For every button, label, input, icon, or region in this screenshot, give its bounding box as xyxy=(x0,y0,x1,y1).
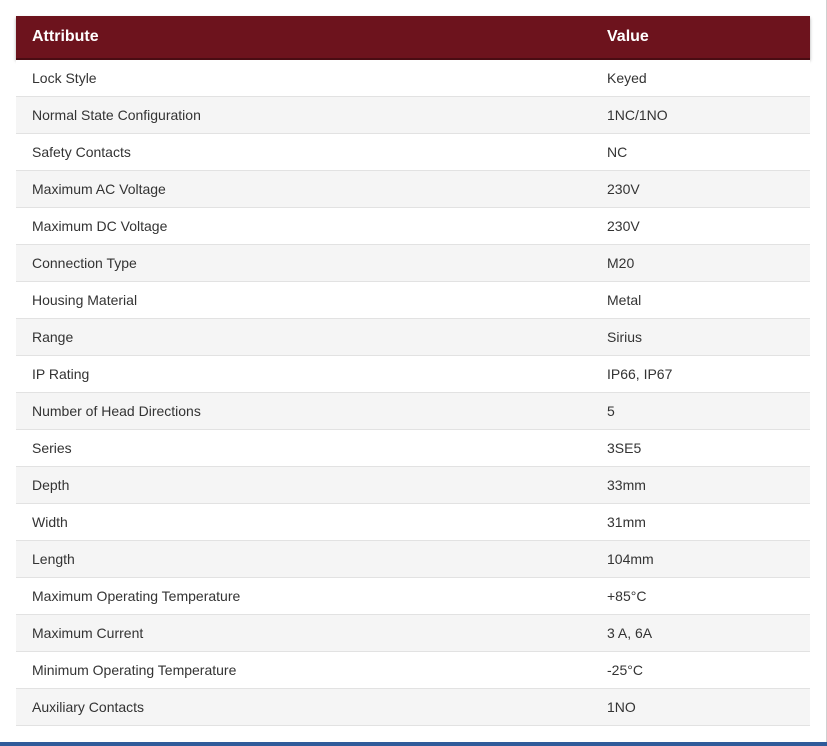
table-row: Safety Contacts NC xyxy=(16,133,810,171)
attribute-cell: Maximum DC Voltage xyxy=(16,207,591,245)
spec-table: Attribute Value Lock Style Keyed Normal S… xyxy=(16,16,810,726)
table-row: Range Sirius xyxy=(16,318,810,356)
table-header: Attribute Value xyxy=(16,16,810,60)
table-row: Maximum AC Voltage 230V xyxy=(16,170,810,208)
value-cell: 31mm xyxy=(591,503,810,541)
header-row: Attribute Value xyxy=(16,16,810,60)
table-body: Lock Style Keyed Normal State Configurati… xyxy=(16,59,810,726)
table-row: Maximum DC Voltage 230V xyxy=(16,207,810,245)
value-cell: 1NC/1NO xyxy=(591,96,810,134)
attribute-cell: Safety Contacts xyxy=(16,133,591,171)
value-cell: 230V xyxy=(591,207,810,245)
value-cell: 104mm xyxy=(591,540,810,578)
attribute-cell: Normal State Configuration xyxy=(16,96,591,134)
attribute-cell: Number of Head Directions xyxy=(16,392,591,430)
attribute-cell: Maximum Current xyxy=(16,614,591,652)
table-row: Maximum Operating Temperature +85°C xyxy=(16,577,810,615)
attribute-cell: Minimum Operating Temperature xyxy=(16,651,591,689)
table-row: IP Rating IP66, IP67 xyxy=(16,355,810,393)
spec-table-container: Attribute Value Lock Style Keyed Normal S… xyxy=(16,16,810,726)
value-cell: Keyed xyxy=(591,59,810,97)
attribute-cell: IP Rating xyxy=(16,355,591,393)
attribute-cell: Maximum AC Voltage xyxy=(16,170,591,208)
value-cell: -25°C xyxy=(591,651,810,689)
table-row: Connection Type M20 xyxy=(16,244,810,282)
value-cell: 1NO xyxy=(591,688,810,726)
value-cell: M20 xyxy=(591,244,810,282)
table-row: Length 104mm xyxy=(16,540,810,578)
value-cell: +85°C xyxy=(591,577,810,615)
value-cell: Sirius xyxy=(591,318,810,356)
table-row: Housing Material Metal xyxy=(16,281,810,319)
attribute-cell: Housing Material xyxy=(16,281,591,319)
attribute-cell: Series xyxy=(16,429,591,467)
value-cell: 5 xyxy=(591,392,810,430)
value-cell: Metal xyxy=(591,281,810,319)
header-value: Value xyxy=(591,16,810,60)
table-row: Depth 33mm xyxy=(16,466,810,504)
table-row: Lock Style Keyed xyxy=(16,59,810,97)
attribute-cell: Lock Style xyxy=(16,59,591,97)
table-row: Minimum Operating Temperature -25°C xyxy=(16,651,810,689)
attribute-cell: Auxiliary Contacts xyxy=(16,688,591,726)
value-cell: 33mm xyxy=(591,466,810,504)
table-row: Normal State Configuration 1NC/1NO xyxy=(16,96,810,134)
attribute-cell: Range xyxy=(16,318,591,356)
table-row: Number of Head Directions 5 xyxy=(16,392,810,430)
value-cell: 3 A, 6A xyxy=(591,614,810,652)
table-row: Maximum Current 3 A, 6A xyxy=(16,614,810,652)
attribute-cell: Connection Type xyxy=(16,244,591,282)
value-cell: NC xyxy=(591,133,810,171)
value-cell: IP66, IP67 xyxy=(591,355,810,393)
attribute-cell: Depth xyxy=(16,466,591,504)
bottom-accent-bar xyxy=(0,742,827,746)
value-cell: 230V xyxy=(591,170,810,208)
header-attribute: Attribute xyxy=(16,16,591,60)
attribute-cell: Width xyxy=(16,503,591,541)
value-cell: 3SE5 xyxy=(591,429,810,467)
attribute-cell: Length xyxy=(16,540,591,578)
table-row: Width 31mm xyxy=(16,503,810,541)
attribute-cell: Maximum Operating Temperature xyxy=(16,577,591,615)
table-row: Auxiliary Contacts 1NO xyxy=(16,688,810,726)
table-row: Series 3SE5 xyxy=(16,429,810,467)
